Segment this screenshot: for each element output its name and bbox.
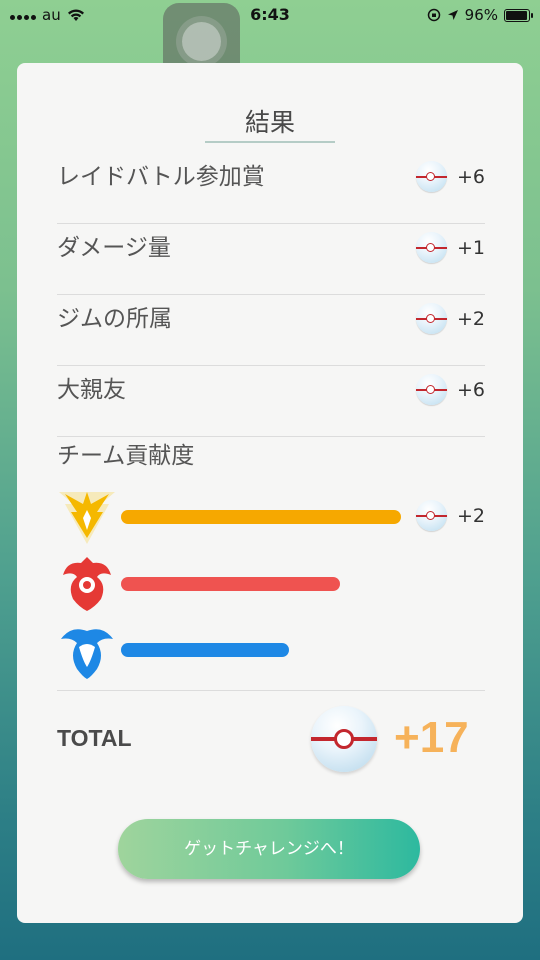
get-challenge-button[interactable]: ゲットチャレンジへ！ (118, 819, 420, 879)
result-card: 結果 レイドバトル参加賞 +6 ダメージ量 +1 ジムの所属 +2 大親友 +6… (17, 63, 523, 923)
team-row-instinct: +2 (57, 486, 485, 546)
reward-count: +6 (456, 165, 485, 188)
team-contribution-label: チーム貢献度 (57, 443, 195, 469)
title-underline (205, 141, 335, 143)
team-row-mystic (57, 621, 485, 681)
reward-amount: +6 (415, 161, 485, 192)
reward-amount: +2 (415, 500, 485, 531)
total-value: +17 (394, 713, 469, 762)
rotation-lock-icon (427, 8, 440, 22)
articuno-icon (61, 629, 113, 679)
total-divider (57, 690, 485, 691)
battery-percent: 96% (464, 6, 498, 24)
page-title: 結果 (244, 108, 295, 137)
premier-ball-icon (415, 500, 447, 531)
reward-label: ジムの所属 (57, 306, 172, 332)
team-bar-mystic (121, 643, 289, 657)
battery-icon (504, 8, 533, 22)
premier-ball-icon (415, 161, 447, 192)
reward-count: +2 (456, 504, 485, 527)
premier-ball-icon (415, 374, 447, 405)
reward-count: +2 (456, 307, 485, 330)
reward-amount: +1 (415, 232, 485, 263)
team-row-valor (57, 555, 485, 615)
reward-row: ジムの所属 +2 (57, 295, 485, 366)
location-icon (447, 10, 458, 20)
reward-label: レイドバトル参加賞 (57, 164, 265, 190)
team-bar-instinct (121, 510, 401, 524)
zapdos-icon (59, 492, 115, 544)
moltres-icon (63, 557, 111, 611)
reward-count: +1 (456, 236, 485, 259)
premier-ball-icon (415, 303, 447, 334)
reward-row: レイドバトル参加賞 +6 (57, 153, 485, 224)
reward-row: 大親友 +6 (57, 366, 485, 437)
status-bar: au 6:43 96% (0, 0, 540, 30)
premier-ball-icon (415, 232, 447, 263)
reward-label: 大親友 (57, 377, 126, 403)
reward-amount: +2 (415, 303, 485, 334)
premier-ball-large-icon (311, 706, 377, 772)
reward-count: +6 (456, 378, 485, 401)
reward-label: ダメージ量 (57, 235, 171, 261)
reward-amount: +6 (415, 374, 485, 405)
total-label: TOTAL (57, 725, 132, 751)
status-right: 96% (427, 6, 533, 24)
team-bar-valor (121, 577, 340, 591)
reward-row: ダメージ量 +1 (57, 224, 485, 295)
